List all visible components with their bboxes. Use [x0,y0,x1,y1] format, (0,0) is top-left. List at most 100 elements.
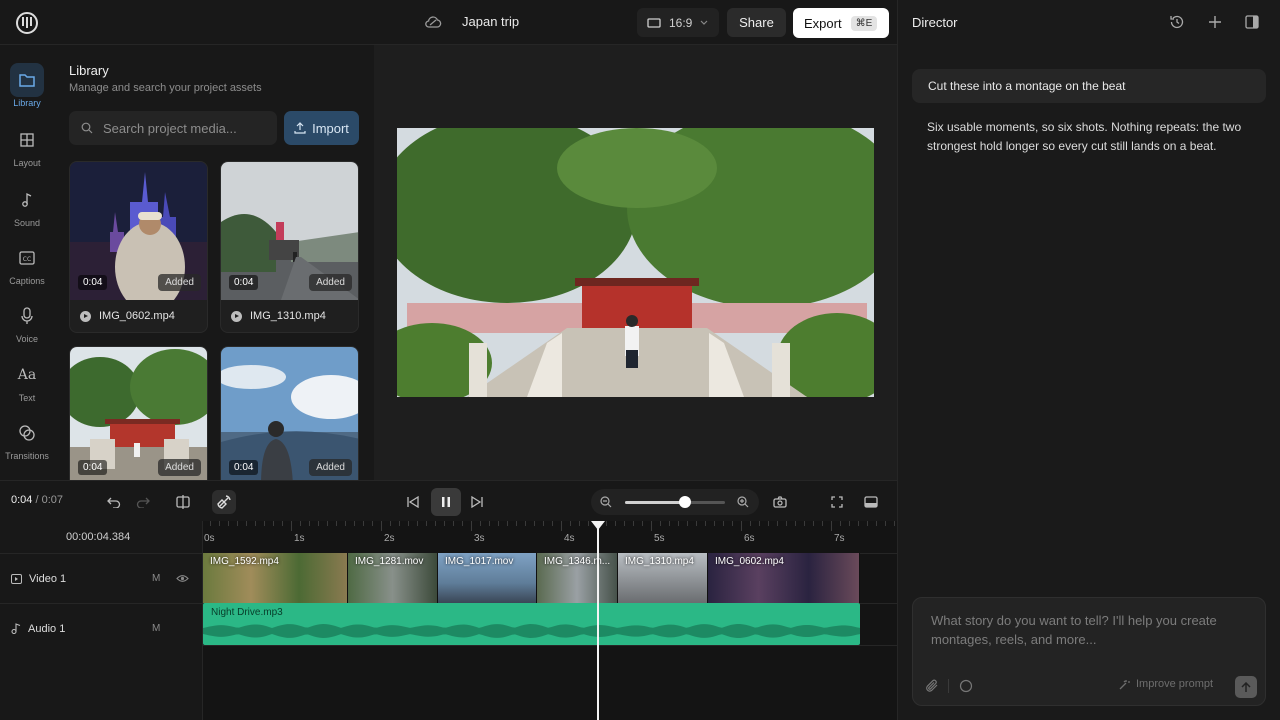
duration-badge: 0:04 [229,275,259,290]
media-card[interactable]: 0:04 Added IMG_1310.mp4 [220,161,359,333]
export-button[interactable]: Export ⌘E [793,8,889,38]
project-title[interactable]: Japan trip [462,14,519,29]
fullscreen-button[interactable] [825,490,849,514]
new-chat-button[interactable] [1205,12,1225,32]
cloud-sync-icon [425,16,442,28]
pause-button[interactable] [431,488,461,516]
search-box[interactable] [69,111,277,145]
rail-item-transitions[interactable]: Transitions [0,408,54,464]
time-ruler[interactable]: 0s 1s 2s 3s 4s 5s 6s 7s [203,521,897,553]
rail-item-text[interactable]: Aa Text [0,350,54,406]
prompt-input[interactable] [931,611,1251,655]
split-button[interactable] [171,490,195,514]
library-title: Library [69,63,109,78]
added-badge: Added [309,274,352,291]
mute-toggle[interactable]: M [152,623,160,634]
ruler-tick [291,521,292,531]
fullscreen-icon [831,496,843,508]
rail-item-sound[interactable]: Sound [0,175,54,231]
magnet-icon [217,495,231,509]
app-logo-icon[interactable] [16,12,38,34]
rail-label: Library [13,98,41,108]
zoom-slider-handle[interactable] [679,496,691,508]
aspect-ratio-select[interactable]: 16:9 [637,8,719,37]
circle-icon[interactable] [959,679,973,693]
ruler-tick [435,521,436,526]
rail-label: Layout [13,158,41,168]
media-card[interactable]: 0:04 Added [220,346,359,480]
media-name: IMG_0602.mp4 [99,310,175,322]
rail-item-layout[interactable]: Layout [0,115,54,171]
video-clip[interactable]: IMG_1346.m... [537,553,618,603]
rail-label: Transitions [5,451,49,461]
history-button[interactable] [1167,12,1187,32]
ruler-tick [444,521,445,526]
skip-back-button[interactable] [401,490,425,514]
ruler-tick [219,521,220,526]
ruler-tick [507,521,508,526]
video-clip[interactable]: IMG_1281.mov [348,553,438,603]
added-badge: Added [158,274,201,291]
video-clip[interactable]: IMG_1310.mp4 [618,553,708,603]
pause-icon [442,497,450,507]
ruler-tick [363,521,364,526]
rail-label: Voice [15,334,39,344]
track-header-video[interactable]: Video 1 M [0,553,203,603]
video-clip[interactable]: IMG_1592.mp4 [203,553,348,603]
ruler-tick [813,521,814,526]
track-header-audio[interactable]: Audio 1 M [0,603,203,653]
rail-item-library[interactable]: Library [0,55,54,111]
undo-button[interactable] [102,490,126,514]
timecode: 00:00:04.384 [66,531,131,543]
ruler-tick [624,521,625,526]
mute-toggle[interactable]: M [152,573,160,584]
ruler-label: 6s [744,533,755,544]
ruler-tick [885,521,886,526]
media-card[interactable]: 0:04 Added [69,346,208,480]
video-clip[interactable]: IMG_0602.mp4 [708,553,860,603]
layout-toggle-button[interactable] [859,490,883,514]
export-shortcut: ⌘E [850,15,878,31]
video-clip[interactable]: IMG_1017.mov [438,553,537,603]
paperclip-icon[interactable] [925,679,939,693]
ruler-tick [552,521,553,526]
media-card[interactable]: 0:04 Added IMG_0602.mp4 [69,161,208,333]
ruler-tick [543,521,544,526]
ruler-tick [723,521,724,526]
audio-clip[interactable]: Night Drive.mp3 [203,603,860,645]
preview-frame[interactable] [397,128,874,397]
eye-icon[interactable] [176,574,189,583]
rail-item-captions[interactable]: CC Captions [0,233,54,289]
video-track-icon [11,573,22,584]
arrow-up-icon [1241,681,1251,692]
ruler-tick [516,521,517,526]
ruler-tick [489,521,490,526]
playhead[interactable] [590,521,605,720]
ruler-tick [417,521,418,526]
import-button[interactable]: Import [284,111,359,145]
share-button[interactable]: Share [727,8,786,37]
clip-name: IMG_1346.m... [544,556,611,567]
ruler-tick [210,521,211,526]
redo-button[interactable] [131,490,155,514]
zoom-in-icon[interactable] [737,496,749,508]
ruler-tick [588,521,589,526]
chevron-down-icon [700,20,708,25]
snapshot-button[interactable] [768,490,792,514]
rail-item-voice[interactable]: Voice [0,291,54,347]
ruler-tick [561,521,562,531]
zoom-fill [625,501,685,504]
panel-toggle-button[interactable] [1242,12,1262,32]
improve-prompt-button[interactable]: Improve prompt [1119,678,1213,690]
zoom-out-icon[interactable] [600,496,612,508]
ruler-tick [525,521,526,526]
send-button[interactable] [1235,676,1257,698]
magnet-snap-button[interactable] [212,490,236,514]
skip-forward-button[interactable] [465,490,489,514]
ruler-tick [498,521,499,526]
microphone-icon [21,307,33,324]
search-input[interactable] [103,120,263,136]
duration-badge: 0:04 [78,275,108,290]
ruler-tick [237,521,238,526]
rail-label: Text [18,393,36,403]
